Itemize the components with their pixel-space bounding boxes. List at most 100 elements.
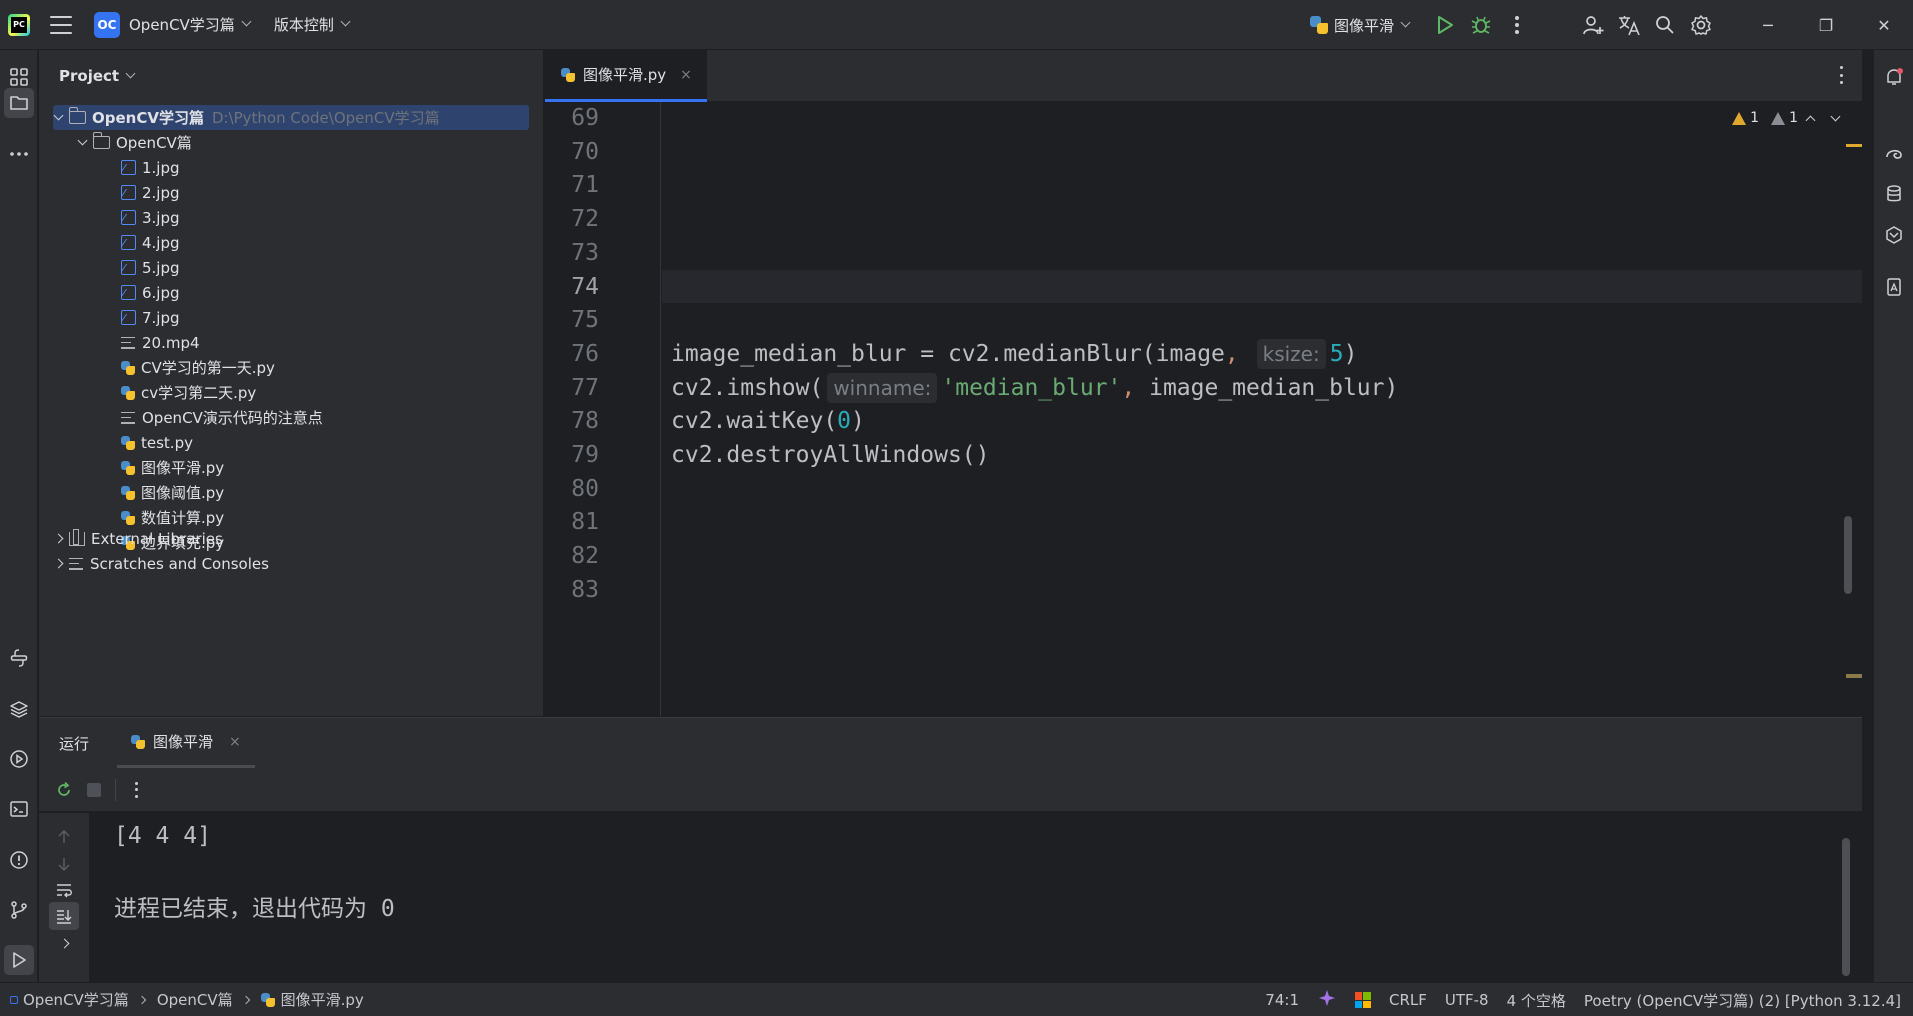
tree-item-file[interactable]: 20.mp4 — [39, 330, 543, 355]
tree-item-scratches[interactable]: Scratches and Consoles — [39, 551, 543, 576]
run-button[interactable] — [1427, 7, 1463, 43]
tree-item-folder[interactable]: OpenCV篇 — [39, 130, 543, 155]
tree-item-file[interactable]: 图像平滑.py — [39, 455, 543, 480]
tree-item-file[interactable]: 1.jpg — [39, 155, 543, 180]
database-button[interactable] — [1879, 179, 1909, 209]
tree-item-file[interactable]: OpenCV演示代码的注意点 — [39, 405, 543, 430]
more-options-button[interactable] — [122, 775, 152, 805]
tree-item-file[interactable]: 5.jpg — [39, 255, 543, 280]
tree-item-external-libraries[interactable]: External Libraries — [39, 526, 543, 551]
notifications-button[interactable] — [1879, 62, 1909, 92]
vcs-menu[interactable]: 版本控制 — [268, 10, 355, 39]
terminal-tool-button[interactable] — [4, 794, 34, 824]
sciview-button[interactable] — [1879, 220, 1909, 250]
search-button[interactable] — [1647, 7, 1683, 43]
console-output[interactable]: [4 4 4] 进程已结束，退出代码为 0 — [94, 813, 1834, 983]
tree-item-file[interactable]: CV学习的第一天.py — [39, 355, 543, 380]
close-tab-icon[interactable]: × — [680, 67, 692, 83]
run-tab[interactable]: 图像平滑 × — [117, 718, 255, 768]
stop-button[interactable] — [79, 775, 109, 805]
add-user-button[interactable] — [1575, 7, 1611, 43]
git-tool-button[interactable] — [4, 895, 34, 925]
soft-wrap-button[interactable] — [49, 876, 79, 904]
toolbar-divider — [115, 778, 116, 801]
more-vertical-icon[interactable] — [1840, 66, 1844, 84]
code-area[interactable]: image_median_blur = cv2.medianBlur(image… — [662, 102, 1862, 716]
python-file-icon — [561, 67, 575, 82]
debug-button[interactable] — [1463, 7, 1499, 43]
documentation-button[interactable] — [1879, 272, 1909, 302]
tree-item-root[interactable]: OpenCV学习篇 D:\Python Code\OpenCV学习篇 — [53, 105, 529, 130]
tree-item-file[interactable]: cv学习第二天.py — [39, 380, 543, 405]
restore-button[interactable]: ❐ — [1797, 0, 1855, 50]
windows-widget-button[interactable] — [1346, 992, 1380, 1008]
tree-item-label: External Libraries — [91, 529, 223, 548]
tree-item-file[interactable]: 图像阈值.py — [39, 480, 543, 505]
tree-item-file[interactable]: 7.jpg — [39, 305, 543, 330]
tree-item-label: CV学习的第一天.py — [141, 359, 275, 377]
status-widgets: 74:1 CRLF UTF-8 4 个空格 Poetry (OpenCV学习篇)… — [1256, 983, 1913, 1016]
ai-assistant-button[interactable] — [1879, 138, 1909, 168]
tree-item-file[interactable]: 2.jpg — [39, 180, 543, 205]
vcs-menu-label: 版本控制 — [273, 16, 334, 34]
scroll-to-end-button[interactable] — [49, 902, 79, 930]
minimize-button[interactable]: ─ — [1739, 0, 1797, 50]
library-icon — [69, 528, 85, 546]
close-window-button[interactable]: ✕ — [1855, 0, 1913, 50]
chevron-right-icon — [241, 995, 250, 1004]
main-menu-icon[interactable] — [50, 15, 72, 34]
tree-item-file[interactable]: 4.jpg — [39, 230, 543, 255]
chevron-up-icon[interactable] — [1805, 115, 1816, 125]
ai-star-icon — [1318, 990, 1335, 1006]
parameter-hint: winname: — [827, 372, 938, 403]
run-panel-header: 运行 图像平滑 × — [39, 718, 1862, 768]
scroll-up-button[interactable] — [49, 823, 79, 851]
left-tool-window-bar — [0, 50, 38, 982]
breadcrumb-label: OpenCV学习篇 — [23, 991, 129, 1009]
chevron-right-icon — [59, 938, 69, 948]
python-icon — [131, 734, 146, 749]
pycharm-logo-icon — [8, 13, 30, 36]
console-scrollbar[interactable] — [1842, 838, 1850, 976]
weak-warning-stripe-marker[interactable] — [1846, 674, 1862, 678]
settings-button[interactable] — [1683, 7, 1719, 43]
editor-tab[interactable]: 图像平滑.py × — [545, 50, 707, 102]
breadcrumb-item-project[interactable]: OpenCV学习篇 — [10, 989, 129, 1010]
rerun-button[interactable] — [49, 775, 79, 805]
breadcrumb-item-file[interactable]: 图像平滑.py — [260, 989, 364, 1010]
breadcrumb-item-folder[interactable]: OpenCV篇 — [157, 989, 233, 1010]
more-tools-button[interactable] — [4, 139, 34, 169]
file-encoding[interactable]: UTF-8 — [1436, 991, 1498, 1009]
expand-toolbar-button[interactable] — [49, 929, 79, 957]
inspection-widget[interactable]: 1 1 — [1732, 110, 1848, 126]
warning-stripe-marker[interactable] — [1846, 144, 1862, 147]
breadcrumb: OpenCV学习篇 OpenCV篇 图像平滑.py — [10, 989, 364, 1010]
scroll-down-button[interactable] — [49, 850, 79, 878]
python-packages-button[interactable] — [4, 643, 34, 673]
indent-setting[interactable]: 4 个空格 — [1498, 990, 1575, 1011]
chevron-down-icon[interactable] — [1830, 111, 1841, 121]
layers-tool-button[interactable] — [4, 694, 34, 724]
ai-status-button[interactable] — [1308, 988, 1346, 1012]
vertical-scrollbar[interactable] — [1844, 516, 1852, 594]
tree-item-file[interactable]: 6.jpg — [39, 280, 543, 305]
more-actions-button[interactable] — [1499, 7, 1535, 43]
close-tab-icon[interactable]: × — [229, 734, 241, 750]
project-panel-header[interactable]: Project — [39, 50, 543, 102]
chevron-down-icon — [241, 16, 252, 27]
python-interpreter[interactable]: Poetry (OpenCV学习篇) (2) [Python 3.12.4] — [1575, 990, 1913, 1011]
tree-item-label: OpenCV学习篇 — [92, 109, 204, 127]
scroll-to-end-icon — [57, 910, 72, 924]
run-configuration-selector[interactable]: 图像平滑 — [1309, 15, 1411, 36]
project-tool-button[interactable] — [4, 88, 34, 118]
run-tool-button[interactable] — [4, 945, 34, 975]
tree-item-file[interactable]: test.py — [39, 430, 543, 455]
translate-button[interactable] — [1611, 7, 1647, 43]
caret-position[interactable]: 74:1 — [1256, 991, 1308, 1009]
more-vertical-icon — [1515, 16, 1519, 34]
problems-tool-button[interactable] — [4, 845, 34, 875]
line-separator[interactable]: CRLF — [1380, 991, 1436, 1009]
services-tool-button[interactable] — [4, 744, 34, 774]
tree-item-file[interactable]: 3.jpg — [39, 205, 543, 230]
project-switcher[interactable]: OC OpenCV学习篇 — [88, 8, 256, 42]
